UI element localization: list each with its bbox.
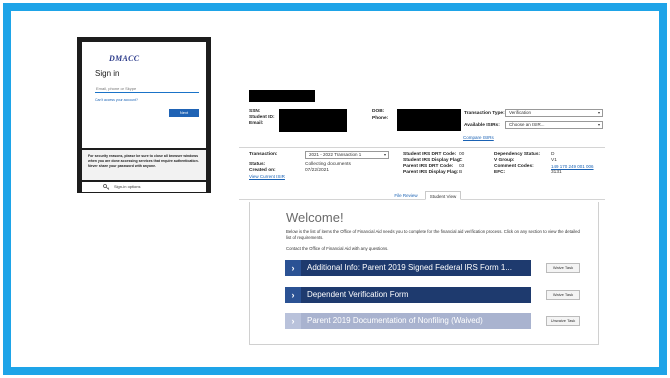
code-label: V Group:	[494, 158, 515, 163]
chevron-down-icon: ▾	[383, 152, 386, 157]
code-label: Parent IRS Display Flag:	[403, 170, 459, 175]
tab-file-review[interactable]: File Review	[391, 191, 421, 200]
divider	[239, 147, 605, 148]
student-view-panel: Welcome! Below is the list of items the …	[249, 202, 599, 345]
security-notice: For security reasons, please be sure to …	[82, 150, 206, 180]
created-on-label: Created on:	[249, 168, 276, 173]
available-isirs-select[interactable]: Choose an ISIR... ▾	[505, 121, 603, 129]
ssn-label: SSN:	[249, 109, 261, 114]
contact-text: Contact the Office of Financial Aid with…	[286, 246, 389, 251]
chevron-down-icon: ▾	[597, 122, 600, 127]
signin-title: Sign in	[95, 69, 120, 78]
next-button[interactable]: Next	[169, 109, 199, 117]
waive-task-button[interactable]: Waive Task	[546, 290, 580, 300]
code-value: 3131	[551, 170, 562, 175]
unwaive-task-button[interactable]: Unwaive Task	[546, 316, 580, 326]
transaction-value: 2021 - 2022 Transaction 1	[309, 152, 362, 157]
tabs-divider	[239, 199, 605, 200]
signin-form: DMACC Sign in Can't access your account?…	[82, 42, 206, 148]
signin-options-label: Sign-in options	[114, 184, 141, 189]
student-id-label: Student ID:	[249, 115, 275, 120]
task-row[interactable]: › Additional Info: Parent 2019 Signed Fe…	[285, 260, 531, 276]
code-label: Student IRS DRT Code:	[403, 152, 457, 157]
code-value: V1	[551, 158, 557, 163]
code-label: Dependency Status:	[494, 152, 541, 157]
status-value: Collecting documents	[305, 162, 351, 167]
content-area: DMACC Sign in Can't access your account?…	[11, 11, 659, 367]
created-on-value: 07/22/2021	[305, 168, 330, 173]
waive-task-button[interactable]: Waive Task	[546, 263, 580, 273]
dmacc-logo: DMACC	[109, 54, 140, 63]
intro-text: Below is the list of items the Office of…	[286, 229, 580, 240]
task-title: Additional Info: Parent 2019 Signed Fede…	[307, 263, 513, 272]
available-isirs-value: Choose an ISIR...	[509, 122, 545, 127]
code-value: D	[551, 152, 555, 157]
code-label: Student IRS Display Flag:	[403, 158, 462, 163]
code-value: C	[459, 158, 463, 163]
redacted-contact-info	[397, 109, 461, 131]
chevron-right-icon: ›	[285, 287, 301, 303]
screenshot-frame: DMACC Sign in Can't access your account?…	[3, 3, 667, 375]
redacted-name	[249, 90, 315, 102]
available-isirs-label: Available ISIRs:	[464, 123, 500, 128]
signin-options-button[interactable]: Sign-in options	[82, 182, 206, 192]
dob-label: DOB:	[372, 109, 385, 114]
comment-codes-link[interactable]: 149 170 249 001 006	[551, 164, 594, 169]
code-value: 00	[459, 152, 465, 157]
transaction-select[interactable]: 2021 - 2022 Transaction 1 ▾	[305, 151, 389, 159]
phone-label: Phone:	[372, 116, 389, 121]
email-field[interactable]	[95, 84, 199, 93]
transaction-type-select[interactable]: Verification ▾	[505, 109, 603, 117]
code-label: EFC:	[494, 170, 506, 175]
redacted-student-info	[279, 109, 347, 132]
task-row[interactable]: › Parent 2019 Documentation of Nonfiling…	[285, 313, 531, 329]
email-label: Email:	[249, 121, 264, 126]
code-label: Comment Codes:	[494, 164, 534, 169]
compare-isirs-link[interactable]: Compare ISIRs	[463, 135, 494, 140]
transaction-type-value: Verification	[509, 110, 532, 115]
welcome-heading: Welcome!	[286, 210, 344, 225]
key-icon	[103, 184, 110, 190]
code-value: 03	[459, 164, 465, 169]
status-label: Status:	[249, 162, 266, 167]
chevron-right-icon: ›	[285, 260, 301, 276]
code-value: B	[459, 170, 463, 175]
chevron-right-icon: ›	[285, 313, 301, 329]
tab-student-view[interactable]: Student View	[425, 191, 461, 200]
view-current-isir-link[interactable]: View Current ISIR	[249, 174, 285, 179]
task-title: Dependent Verification Form	[307, 290, 409, 299]
task-row[interactable]: › Dependent Verification Form	[285, 287, 531, 303]
transaction-label: Transaction:	[249, 152, 278, 157]
code-label: Parent IRS DRT Code:	[403, 164, 454, 169]
chevron-down-icon: ▾	[597, 110, 600, 115]
cant-access-link[interactable]: Can't access your account?	[95, 98, 138, 102]
transaction-type-label: Transaction Type:	[464, 111, 505, 116]
task-title: Parent 2019 Documentation of Nonfiling (…	[307, 316, 483, 325]
signin-panel: DMACC Sign in Can't access your account?…	[77, 37, 211, 193]
student-portal: SSN: Student ID: Email: DOB: Phone: Tran…	[239, 90, 607, 347]
